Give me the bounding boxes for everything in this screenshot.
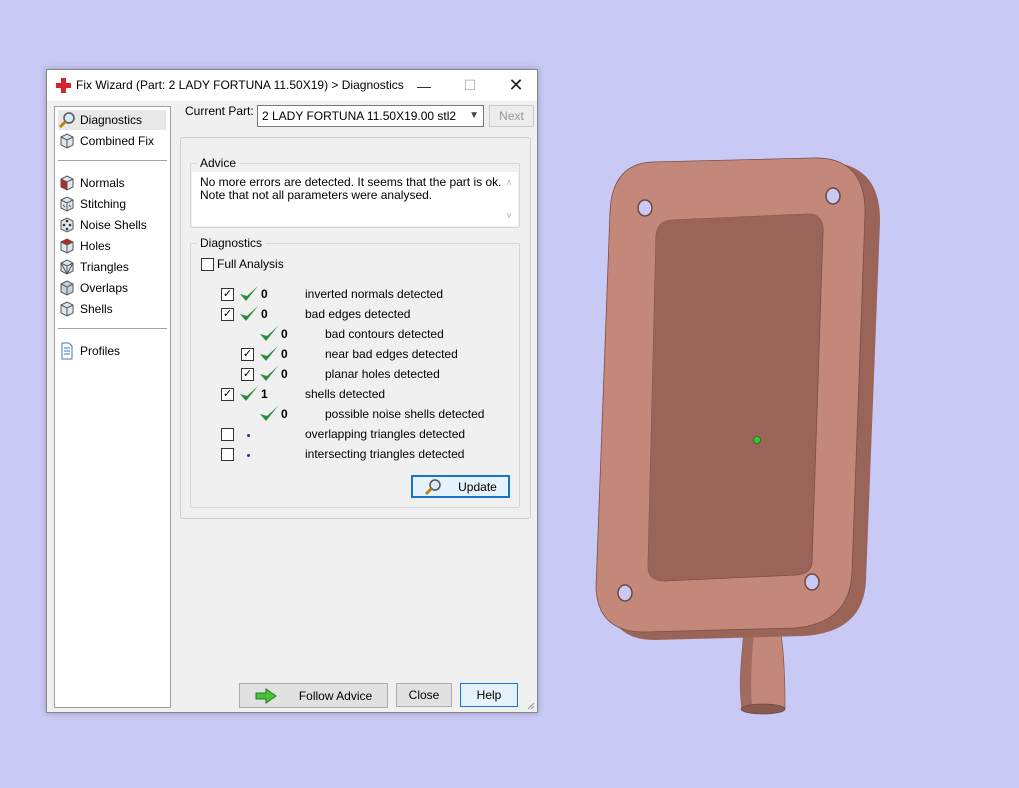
rotation-center-marker <box>753 436 761 444</box>
diagnostic-checkbox[interactable]: ✓ <box>241 368 254 381</box>
sidebar-item-normals[interactable]: Normals <box>58 173 125 193</box>
sidebar-item-label: Shells <box>80 302 113 316</box>
green-check-icon <box>260 366 278 381</box>
advice-group: Advice No more errors are detected. It s… <box>190 156 520 228</box>
noise-shells-icon <box>60 217 74 233</box>
current-part-value: 2 LADY FORTUNA 11.50X19.00 stl2 <box>262 109 457 123</box>
sidebar-item-triangles[interactable]: Triangles <box>58 257 129 277</box>
diagnostic-count: 0 <box>281 347 288 361</box>
scroll-up-icon[interactable]: ∧ <box>501 176 517 189</box>
diagnostic-label: near bad edges detected <box>325 347 458 361</box>
fix-wizard-window: Fix Wizard (Part: 2 LADY FORTUNA 11.50X1… <box>46 69 538 713</box>
sidebar-item-label: Diagnostics <box>80 113 143 127</box>
diagnostic-checkbox[interactable] <box>221 428 234 441</box>
sidebar-item-noise-shells[interactable]: Noise Shells <box>58 215 147 235</box>
sidebar-divider <box>58 328 167 329</box>
stitching-cube-icon <box>60 196 74 212</box>
pipe-end <box>740 703 786 715</box>
minimize-button[interactable]: — <box>401 70 447 101</box>
green-check-icon <box>240 306 258 321</box>
maximize-button[interactable]: ☐ <box>447 70 493 101</box>
diagnostic-checkbox[interactable]: ✓ <box>241 348 254 361</box>
chevron-down-icon: ▼ <box>469 110 479 121</box>
diagnostic-label: planar holes detected <box>325 367 440 381</box>
sidebar-item-label: Holes <box>80 239 111 253</box>
wizard-sidebar: Diagnostics Combined Fix Normals Stitchi… <box>54 106 171 708</box>
sidebar-item-label: Stitching <box>80 197 127 211</box>
magnifier-icon <box>425 478 441 495</box>
diagnostic-checkbox[interactable] <box>221 448 234 461</box>
green-check-icon <box>260 346 278 361</box>
advice-title: Advice <box>197 156 240 170</box>
document-icon <box>61 342 73 360</box>
diagnostic-label: overlapping triangles detected <box>305 427 466 441</box>
update-label: Update <box>458 479 497 494</box>
sidebar-item-stitching[interactable]: Stitching <box>58 194 126 214</box>
pending-dot-icon <box>247 454 250 457</box>
cube-icon <box>60 133 74 149</box>
sidebar-item-label: Noise Shells <box>80 218 147 232</box>
diagnostic-count: 1 <box>261 387 268 401</box>
resize-grip-icon[interactable] <box>527 702 535 710</box>
sidebar-item-profiles[interactable]: Profiles <box>58 341 120 361</box>
sidebar-item-label: Normals <box>80 176 125 190</box>
full-analysis-label: Full Analysis <box>217 257 284 271</box>
diagnostic-count: 0 <box>281 327 288 341</box>
diagnostics-title: Diagnostics <box>197 236 266 250</box>
sidebar-item-overlaps[interactable]: Overlaps <box>58 278 128 298</box>
green-check-icon <box>240 286 258 301</box>
sidebar-divider <box>58 160 167 161</box>
sidebar-item-label: Triangles <box>80 260 129 274</box>
advice-text-area: No more errors are detected. It seems th… <box>192 172 518 226</box>
sidebar-item-combined-fix[interactable]: Combined Fix <box>58 131 154 151</box>
advice-scrollbar[interactable]: ∧ ∨ <box>501 174 517 224</box>
diagnostic-count: 0 <box>261 287 268 301</box>
diagnostic-count: 0 <box>281 367 288 381</box>
close-window-button[interactable]: ✕ <box>493 70 539 101</box>
sidebar-item-label: Combined Fix <box>80 134 155 148</box>
diagnostic-label: intersecting triangles detected <box>305 447 465 461</box>
diagnostic-label: bad edges detected <box>305 307 411 321</box>
triangles-cube-icon <box>60 259 74 275</box>
title-bar[interactable]: Fix Wizard (Part: 2 LADY FORTUNA 11.50X1… <box>47 70 537 101</box>
next-button[interactable]: Next <box>489 105 534 127</box>
sidebar-item-label: Overlaps <box>80 281 129 295</box>
close-button[interactable]: Close <box>396 683 452 707</box>
diagnostic-checkbox[interactable]: ✓ <box>221 308 234 321</box>
sidebar-item-holes[interactable]: Holes <box>58 236 111 256</box>
sidebar-item-shells[interactable]: Shells <box>58 299 113 319</box>
update-button[interactable]: Update <box>411 475 510 498</box>
green-check-icon <box>240 386 258 401</box>
current-part-label: Current Part: <box>185 104 254 118</box>
normals-cube-icon <box>60 175 74 191</box>
current-part-select[interactable]: 2 LADY FORTUNA 11.50X19.00 stl2 ▼ <box>257 105 484 127</box>
advice-line-2: Note that not all parameters were analys… <box>200 188 433 202</box>
diagnostic-checkbox[interactable]: ✓ <box>221 288 234 301</box>
full-analysis-checkbox[interactable] <box>201 258 214 271</box>
diagnostic-label: possible noise shells detected <box>325 407 485 421</box>
green-check-icon <box>260 326 278 341</box>
help-button[interactable]: Help <box>460 683 518 707</box>
green-check-icon <box>260 406 278 421</box>
diagnostic-checkbox[interactable]: ✓ <box>221 388 234 401</box>
diagnostic-count: 0 <box>281 407 288 421</box>
window-title: Fix Wizard (Part: 2 LADY FORTUNA 11.50X1… <box>76 78 404 92</box>
red-cross-icon <box>56 78 71 93</box>
sidebar-item-label: Profiles <box>80 344 121 358</box>
overlaps-cube-icon <box>60 280 74 296</box>
follow-advice-button[interactable]: Follow Advice <box>239 683 388 708</box>
sidebar-item-diagnostics[interactable]: Diagnostics <box>58 110 166 130</box>
diagnostic-label: shells detected <box>305 387 386 401</box>
scroll-down-icon[interactable]: ∨ <box>501 209 517 222</box>
pending-dot-icon <box>247 434 250 437</box>
magnifier-icon <box>58 112 75 129</box>
follow-advice-label: Follow Advice <box>298 688 373 703</box>
diagnostic-count: 0 <box>261 307 268 321</box>
diagnostic-label: inverted normals detected <box>305 287 444 301</box>
diagnostic-label: bad contours detected <box>325 327 444 341</box>
shells-cube-icon <box>60 301 74 317</box>
holes-cube-icon <box>60 238 74 254</box>
arrow-right-icon <box>255 687 277 704</box>
